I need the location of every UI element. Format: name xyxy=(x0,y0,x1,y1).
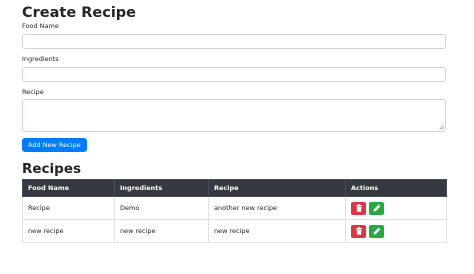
table-body: Recipe Demo another new recipe new recip… xyxy=(22,196,447,243)
column-header-food-name: Food Name xyxy=(22,179,115,197)
cell-food-name: Recipe xyxy=(22,196,115,220)
pencil-icon xyxy=(373,227,380,235)
recipes-table-container: Food Name Ingredients Recipe Actions Rec… xyxy=(22,179,447,243)
table-header: Food Name Ingredients Recipe Actions xyxy=(22,179,447,197)
cell-actions xyxy=(345,219,447,243)
cell-ingredients: Demo xyxy=(114,196,209,220)
cell-actions xyxy=(345,196,447,220)
recipes-heading: Recipes xyxy=(22,161,82,177)
recipe-textarea[interactable] xyxy=(22,99,446,132)
delete-button[interactable] xyxy=(351,224,366,238)
add-new-recipe-button[interactable]: Add New Recipe xyxy=(22,138,87,152)
resize-grip-icon[interactable] xyxy=(439,125,444,130)
food-name-input[interactable] xyxy=(22,34,446,49)
table-row: Recipe Demo another new recipe xyxy=(22,196,447,220)
ingredients-label: Ingredients xyxy=(22,55,59,63)
cell-recipe: new recipe xyxy=(208,219,346,243)
column-header-ingredients: Ingredients xyxy=(114,179,209,197)
table-header-row: Food Name Ingredients Recipe Actions xyxy=(22,179,447,197)
edit-button[interactable] xyxy=(369,224,384,238)
food-name-label: Food Name xyxy=(22,22,59,30)
recipe-label: Recipe xyxy=(22,88,44,96)
pencil-icon xyxy=(373,204,380,212)
table-row: new recipe new recipe new recipe xyxy=(22,219,447,243)
cell-recipe: another new recipe xyxy=(208,196,346,220)
trash-icon xyxy=(355,227,362,235)
cell-ingredients: new recipe xyxy=(114,219,209,243)
cell-food-name: new recipe xyxy=(22,219,115,243)
edit-button[interactable] xyxy=(369,201,384,215)
ingredients-input[interactable] xyxy=(22,67,446,82)
delete-button[interactable] xyxy=(351,201,366,215)
recipes-table: Food Name Ingredients Recipe Actions Rec… xyxy=(22,179,447,243)
column-header-actions: Actions xyxy=(345,179,447,197)
column-header-recipe: Recipe xyxy=(208,179,346,197)
trash-icon xyxy=(355,204,362,212)
page-title: Create Recipe xyxy=(22,5,137,21)
